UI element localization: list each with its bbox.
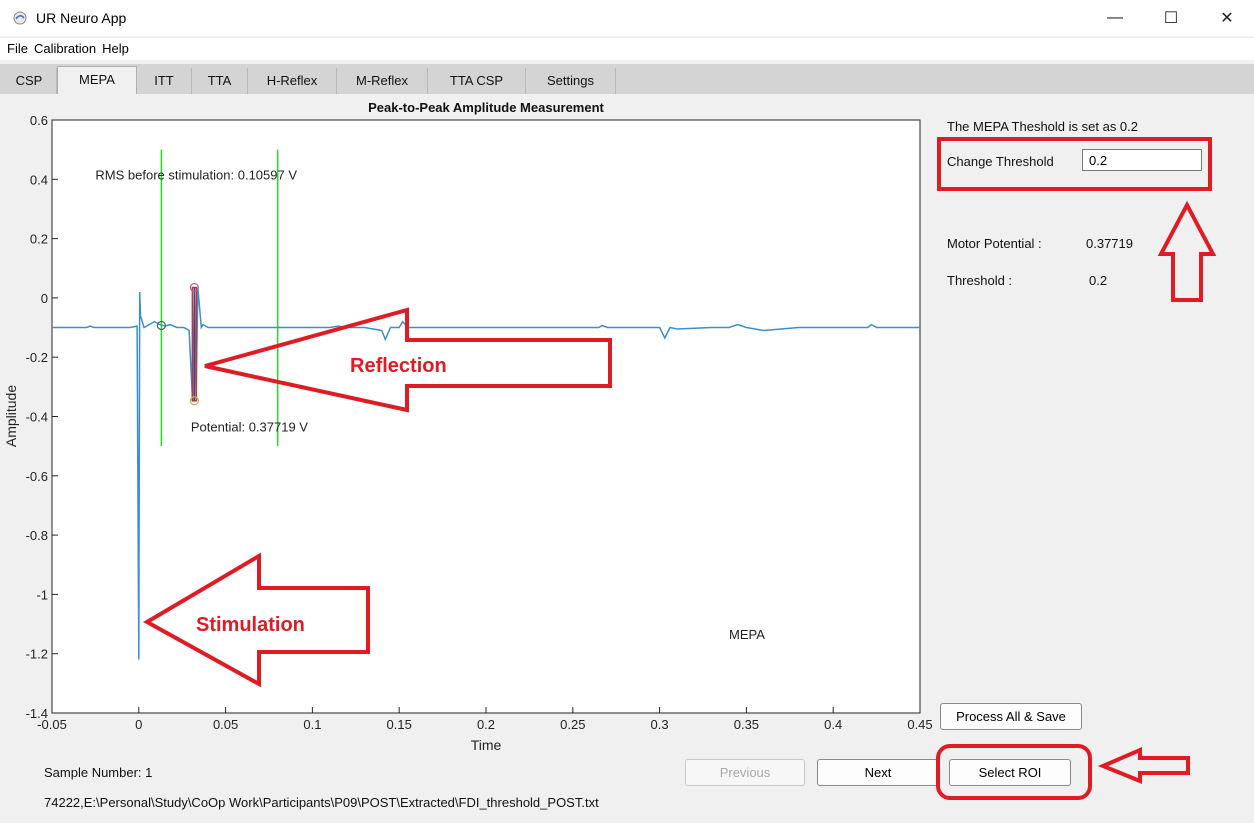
tab-itt[interactable]: ITT [137, 68, 192, 94]
tab-m-reflex[interactable]: M-Reflex [337, 68, 428, 94]
menu-file[interactable]: File [0, 38, 30, 56]
file-path: 74222,E:\Personal\Study\CoOp Work\Partic… [44, 795, 599, 810]
threshold-value: 0.2 [1089, 273, 1108, 288]
close-button[interactable]: ✕ [1199, 0, 1254, 36]
sample-number: Sample Number: 1 [44, 765, 153, 780]
tab-h-reflex[interactable]: H-Reflex [248, 68, 337, 94]
threshold-info: The MEPA Theshold is set as 0.2 [947, 119, 1139, 134]
minimize-icon: — [1107, 9, 1123, 26]
maximize-button[interactable]: ☐ [1143, 0, 1199, 36]
tab-csp[interactable]: CSP [2, 68, 57, 94]
close-icon: ✕ [1220, 10, 1234, 27]
motor-potential-label: Motor Potential : [947, 236, 1042, 251]
app-icon [13, 11, 27, 25]
menu-calibration[interactable]: Calibration [30, 38, 98, 56]
change-threshold-input[interactable] [1082, 149, 1202, 171]
previous-button[interactable]: Previous [685, 759, 805, 786]
tab-tta[interactable]: TTA [192, 68, 248, 94]
maximize-icon: ☐ [1163, 10, 1179, 27]
tab-strip: CSP MEPA ITT TTA H-Reflex M-Reflex TTA C… [0, 64, 1254, 96]
motor-potential-value: 0.37719 [1086, 236, 1133, 251]
process-all-save-button[interactable]: Process All & Save [940, 703, 1082, 730]
title-bar: UR Neuro App — ☐ ✕ [0, 0, 1254, 36]
tab-tta-csp[interactable]: TTA CSP [428, 68, 526, 94]
tab-settings[interactable]: Settings [526, 68, 616, 94]
minimize-button[interactable]: — [1087, 0, 1143, 36]
select-roi-button[interactable]: Select ROI [949, 759, 1071, 786]
tab-mepa[interactable]: MEPA [57, 66, 137, 96]
threshold-label: Threshold : [947, 273, 1013, 288]
next-button[interactable]: Next [817, 759, 939, 786]
window-title: UR Neuro App [36, 10, 127, 26]
menu-bar: File Calibration Help [0, 38, 1254, 60]
menu-help[interactable]: Help [98, 38, 131, 56]
change-threshold-label: Change Threshold [947, 154, 1054, 169]
